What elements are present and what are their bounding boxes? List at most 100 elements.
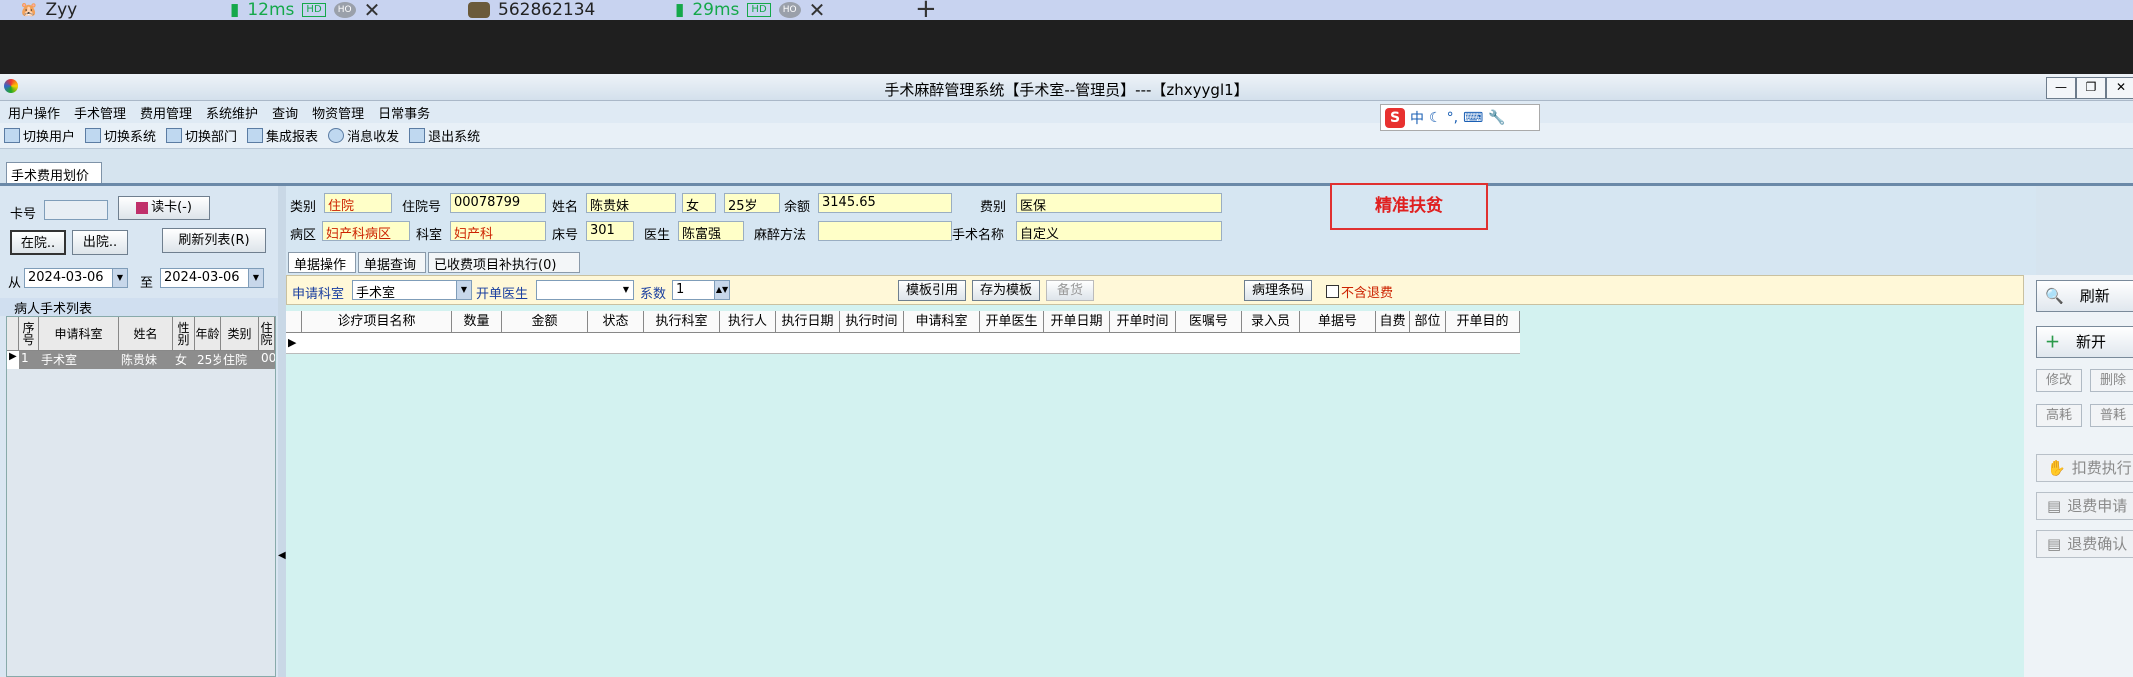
- wrench-icon[interactable]: 🔧: [1488, 110, 1505, 126]
- save-template-button[interactable]: 存为模板: [972, 280, 1040, 301]
- coefficient-stepper[interactable]: 1 ▲▼: [672, 280, 730, 300]
- switch-user-button[interactable]: 切换用户: [4, 126, 75, 145]
- keyboard-icon[interactable]: ⌨: [1463, 110, 1483, 126]
- col-header-exec-date[interactable]: 执行日期: [776, 311, 840, 333]
- discharged-button[interactable]: 出院..: [72, 230, 128, 255]
- menu-fee-mgmt[interactable]: 费用管理: [140, 103, 192, 122]
- col-header-sex[interactable]: 性别: [173, 317, 195, 351]
- new-button[interactable]: ＋ 新开: [2036, 326, 2133, 358]
- pathology-barcode-button[interactable]: 病理条码: [1244, 280, 1312, 301]
- dept-field[interactable]: 妇产科: [450, 221, 546, 242]
- tab-paid-items[interactable]: 已收费项目补执行(0): [428, 252, 580, 273]
- grid-empty-row[interactable]: ▶: [286, 333, 1520, 354]
- stepper-arrows-icon[interactable]: ▲▼: [714, 281, 729, 299]
- col-header-order-doctor[interactable]: 开单医生: [980, 311, 1044, 333]
- cell-type[interactable]: 住院: [221, 351, 259, 369]
- col-header-order-time[interactable]: 开单时间: [1110, 311, 1176, 333]
- read-card-button[interactable]: 读卡(-): [118, 196, 210, 220]
- cell-name[interactable]: 陈贵妹: [119, 351, 173, 369]
- col-header-seq[interactable]: 序号: [19, 317, 39, 351]
- doctor-field[interactable]: 陈富强: [678, 221, 744, 242]
- col-header-self-pay[interactable]: 自费: [1376, 311, 1410, 333]
- cell-age[interactable]: 25岁: [195, 351, 221, 369]
- tab-bill-query[interactable]: 单据查询: [358, 252, 426, 273]
- high-cost-button[interactable]: 高耗: [2036, 404, 2082, 427]
- message-button[interactable]: 消息收发: [328, 126, 399, 145]
- col-header-order-no[interactable]: 医嘱号: [1176, 311, 1242, 333]
- template-ref-button[interactable]: 模板引用: [898, 280, 966, 301]
- collapse-arrow-icon[interactable]: ◀: [278, 550, 286, 561]
- col-header-purpose[interactable]: 开单目的: [1446, 311, 1520, 333]
- type-field[interactable]: 住院: [324, 193, 392, 214]
- menu-user-ops[interactable]: 用户操作: [8, 103, 60, 122]
- card-input[interactable]: [44, 200, 108, 220]
- chevron-down-icon[interactable]: ▼: [248, 269, 263, 287]
- apply-dept-select[interactable]: 手术室 ▼: [352, 280, 472, 301]
- report-button[interactable]: 集成报表: [247, 126, 318, 145]
- ime-toolbar[interactable]: S 中 ☾ °, ⌨ 🔧: [1380, 104, 1540, 131]
- col-header-name[interactable]: 姓名: [119, 317, 173, 351]
- cell-dept[interactable]: 手术室: [39, 351, 119, 369]
- from-date-picker[interactable]: 2024-03-06 ▼: [24, 268, 128, 288]
- close-tab-icon[interactable]: ✕: [809, 0, 826, 22]
- col-header-exec-time[interactable]: 执行时间: [840, 311, 904, 333]
- col-header-executor[interactable]: 执行人: [720, 311, 776, 333]
- menu-system[interactable]: 系统维护: [206, 103, 258, 122]
- exit-button[interactable]: 退出系统: [409, 126, 480, 145]
- close-tab-icon[interactable]: ✕: [364, 0, 381, 22]
- age-field[interactable]: 25岁: [724, 193, 780, 214]
- moon-icon[interactable]: ☾: [1429, 110, 1442, 126]
- surgery-name-field[interactable]: 自定义: [1016, 221, 1222, 242]
- anesthesia-field[interactable]: [818, 221, 952, 241]
- col-header-order-date[interactable]: 开单日期: [1044, 311, 1110, 333]
- inpatient-no-field[interactable]: 00078799: [450, 193, 546, 213]
- cell-sex[interactable]: 女: [173, 351, 195, 369]
- menu-query[interactable]: 查询: [272, 103, 298, 122]
- menu-materials[interactable]: 物资管理: [312, 103, 364, 122]
- chevron-down-icon[interactable]: ▼: [112, 269, 127, 287]
- browser-tab-1[interactable]: 🐹 Zyy: [20, 0, 77, 20]
- maximize-button[interactable]: ❐: [2076, 77, 2106, 99]
- to-date-picker[interactable]: 2024-03-06 ▼: [160, 268, 264, 288]
- minimize-button[interactable]: —: [2046, 77, 2076, 99]
- delete-button[interactable]: 删除: [2090, 369, 2133, 392]
- name-field[interactable]: 陈贵妹: [586, 193, 676, 214]
- chevron-down-icon[interactable]: ▼: [619, 281, 633, 299]
- switch-system-button[interactable]: 切换系统: [85, 126, 156, 145]
- no-refund-checkbox[interactable]: [1326, 285, 1339, 298]
- refresh-list-button[interactable]: 刷新列表(R): [162, 228, 266, 253]
- refresh-button[interactable]: 🔍 刷新: [2036, 280, 2133, 312]
- tab-surgery-fee[interactable]: 手术费用划价: [6, 162, 102, 184]
- col-header-age[interactable]: 年龄: [195, 317, 221, 351]
- ime-mode[interactable]: 中: [1410, 108, 1424, 128]
- common-cost-button[interactable]: 普耗: [2090, 404, 2133, 427]
- chevron-down-icon[interactable]: ▼: [456, 281, 471, 299]
- refund-apply-button[interactable]: ▤ 退费申请: [2036, 492, 2133, 520]
- col-header-site[interactable]: 部位: [1410, 311, 1446, 333]
- col-header-bill-no[interactable]: 单据号: [1300, 311, 1376, 333]
- stock-button[interactable]: 备货: [1046, 280, 1094, 301]
- menu-daily[interactable]: 日常事务: [378, 103, 430, 122]
- close-button[interactable]: ✕: [2106, 77, 2133, 99]
- fee-type-field[interactable]: 医保: [1016, 193, 1222, 214]
- browser-tab-2[interactable]: ▮ 12ms HD HO ✕: [230, 0, 381, 22]
- panel-splitter[interactable]: ◀: [278, 186, 286, 677]
- cell-inpatient[interactable]: 00: [259, 351, 275, 369]
- punct-icon[interactable]: °,: [1447, 110, 1458, 126]
- tab-bill-operations[interactable]: 单据操作: [288, 252, 356, 273]
- ward-field[interactable]: 妇产科病区: [322, 221, 410, 242]
- balance-field[interactable]: 3145.65: [818, 193, 952, 213]
- browser-tab-3[interactable]: 562862134: [468, 0, 595, 20]
- edit-button[interactable]: 修改: [2036, 369, 2082, 392]
- deduct-execute-button[interactable]: ✋ 扣费执行: [2036, 454, 2133, 482]
- cell-seq[interactable]: 1: [19, 351, 39, 369]
- sex-field[interactable]: 女: [682, 193, 716, 214]
- col-header-amount[interactable]: 金额: [502, 311, 588, 333]
- refund-confirm-button[interactable]: ▤ 退费确认: [2036, 530, 2133, 558]
- col-header-dept[interactable]: 申请科室: [39, 317, 119, 351]
- col-header-status[interactable]: 状态: [588, 311, 644, 333]
- col-header-exec-dept[interactable]: 执行科室: [644, 311, 720, 333]
- col-header-quantity[interactable]: 数量: [452, 311, 502, 333]
- switch-dept-button[interactable]: 切换部门: [166, 126, 237, 145]
- col-header-entry-clerk[interactable]: 录入员: [1242, 311, 1300, 333]
